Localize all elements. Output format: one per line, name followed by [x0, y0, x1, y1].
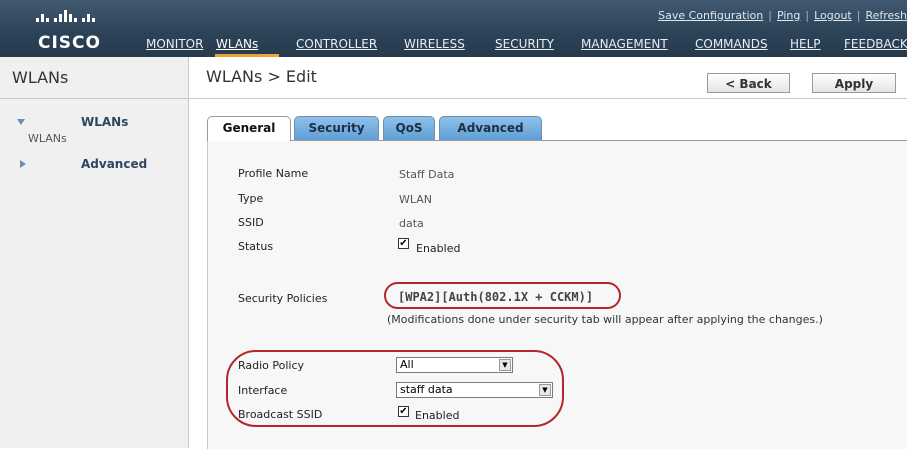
save-configuration-link[interactable]: Save Configuration [658, 9, 763, 22]
expand-right-icon[interactable] [20, 160, 26, 168]
tab-advanced[interactable]: Advanced [439, 116, 542, 140]
nav-monitor[interactable]: MONITOR [146, 37, 203, 51]
security-policies-highlight [384, 282, 621, 309]
status-label: Status [238, 240, 274, 253]
sidebar-divider [0, 98, 188, 99]
top-links: Save Configuration | Ping | Logout | Refresh [658, 9, 907, 22]
nav-feedback[interactable]: FEEDBACK [844, 37, 907, 51]
active-nav-indicator [215, 54, 279, 57]
sidebar-subitem-wlans[interactable]: WLANs [28, 132, 67, 145]
nav-help[interactable]: HELP [790, 37, 821, 51]
logout-link[interactable]: Logout [814, 9, 852, 22]
sidebar-item-advanced[interactable]: Advanced [81, 157, 147, 171]
profile-name-value: Staff Data [399, 168, 455, 181]
sidebar-item-wlans[interactable]: WLANs [81, 115, 128, 129]
profile-name-label: Profile Name [238, 167, 309, 180]
ssid-label: SSID [238, 216, 264, 229]
cisco-logo-icon [36, 10, 95, 22]
apply-button[interactable]: Apply [812, 73, 896, 93]
security-note: (Modifications done under security tab w… [387, 313, 823, 326]
security-policies-label: Security Policies [238, 292, 328, 305]
type-label: Type [238, 192, 264, 205]
main-nav: MONITOR WLANs CONTROLLER WIRELESS SECURI… [0, 34, 907, 57]
status-checkbox[interactable]: ✔ [398, 238, 409, 249]
ping-link[interactable]: Ping [777, 9, 800, 22]
top-header: CISCO Save Configuration | Ping | Logout | Ref… [0, 0, 907, 57]
sidebar: WLANs WLANs WLANs Advanced [0, 57, 189, 448]
expand-down-icon[interactable] [17, 119, 25, 125]
refresh-link[interactable]: Refresh [865, 9, 907, 22]
nav-security[interactable]: SECURITY [495, 37, 554, 51]
radio-interface-highlight [226, 350, 564, 427]
type-value: WLAN [399, 193, 433, 206]
tab-general[interactable]: General [207, 116, 291, 141]
nav-controller[interactable]: CONTROLLER [296, 37, 377, 51]
back-button[interactable]: < Back [707, 73, 790, 93]
tab-qos[interactable]: QoS [383, 116, 435, 140]
nav-commands[interactable]: COMMANDS [695, 37, 768, 51]
page-title: WLANs > Edit [206, 67, 317, 86]
sidebar-title: WLANs [12, 68, 69, 87]
nav-wireless[interactable]: WIRELESS [404, 37, 465, 51]
tab-security[interactable]: Security [294, 116, 379, 140]
nav-wlans[interactable]: WLANs [216, 37, 258, 51]
nav-management[interactable]: MANAGEMENT [581, 37, 668, 51]
status-enabled-label: Enabled [416, 242, 461, 255]
ssid-value: data [399, 217, 424, 230]
title-divider [189, 98, 907, 99]
